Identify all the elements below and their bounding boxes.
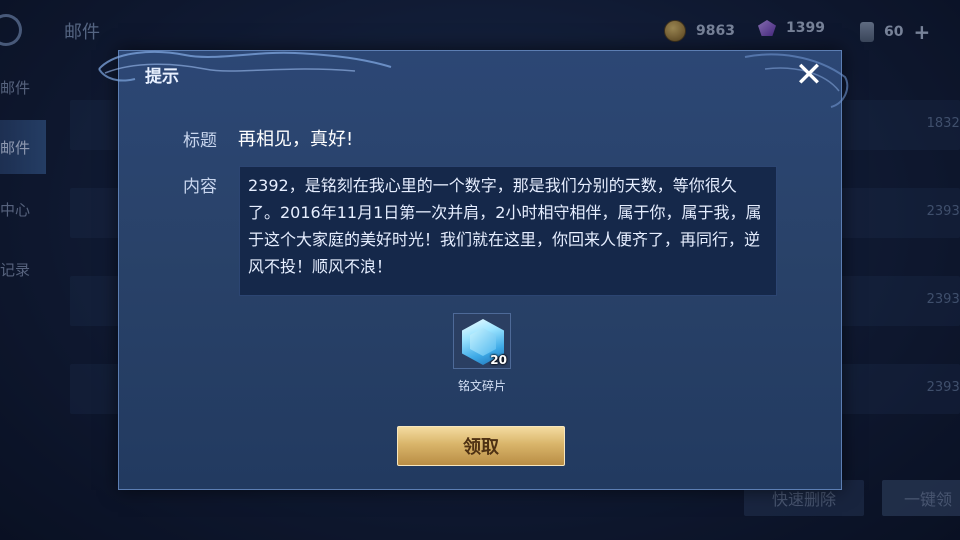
- dialog-title: 提示: [145, 67, 179, 87]
- mail-detail-dialog: 提示 ✕ 标题 再相见，真好! 内容 2392，是铭刻在我心里的一个数字，那是我…: [98, 50, 849, 490]
- content-text: 2392，是铭刻在我心里的一个数字，那是我们分别的天数，等你很久了。2016年1…: [239, 166, 777, 296]
- close-button[interactable]: ✕: [791, 57, 827, 93]
- content-label: 内容: [183, 177, 217, 197]
- attachment-item[interactable]: 20: [453, 313, 511, 369]
- attachment-name: 铭文碎片: [457, 379, 506, 393]
- attachment-count: 20: [490, 353, 507, 367]
- cloud-ornament-icon: [98, 50, 392, 82]
- subject-text: 再相见，真好!: [238, 129, 354, 150]
- claim-button[interactable]: 领取: [397, 426, 565, 466]
- subject-label: 标题: [183, 131, 217, 151]
